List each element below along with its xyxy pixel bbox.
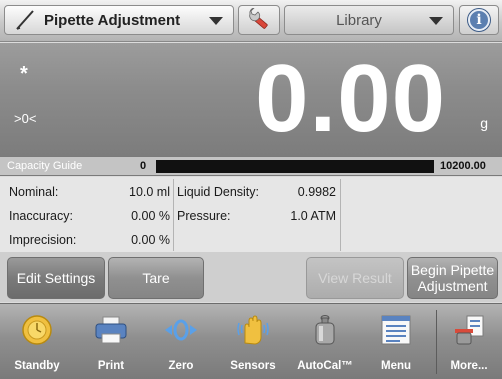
more-icon — [455, 315, 484, 345]
weight-display: * >0< 0.00 g — [0, 43, 502, 156]
toolbar-separator — [436, 310, 437, 374]
library-label: Library — [336, 11, 382, 29]
stable-indicator: * — [20, 63, 28, 85]
zero-icon — [165, 319, 197, 341]
liquid-density-value: 0.9982 — [297, 185, 336, 199]
inaccuracy-label: Inaccuracy: — [9, 209, 73, 223]
toolbar-label: Print — [97, 360, 125, 372]
view-result-button[interactable]: View Result — [306, 257, 404, 299]
toolbar-print[interactable]: Print — [80, 304, 142, 379]
standby-icon — [22, 315, 52, 345]
application-name: Pipette Adjustment — [44, 11, 181, 29]
begin-pipette-adjustment-button[interactable]: Begin Pipette Adjustment — [407, 257, 498, 299]
action-button-row: Edit Settings Tare View Result Begin Pip… — [0, 252, 502, 302]
tare-button[interactable]: Tare — [108, 257, 204, 299]
toolbar-label: Zero — [168, 360, 194, 372]
toolbar-sensors[interactable]: Sensors — [220, 304, 286, 379]
nominal-label: Nominal: — [9, 185, 59, 199]
column-divider — [173, 179, 174, 251]
toolbar-label: Menu — [380, 360, 412, 372]
library-selector[interactable]: Library — [284, 5, 454, 35]
nominal-value: 10.0 ml — [129, 185, 170, 199]
column-divider — [340, 179, 341, 251]
bottom-toolbar: Standby Print Zero Sensors AutoCal™ Menu… — [0, 303, 502, 379]
calibration-weight-icon — [315, 315, 335, 345]
liquid-density-label: Liquid Density: — [177, 185, 259, 199]
toolbar-label: AutoCal™ — [297, 360, 353, 372]
application-setup-button[interactable] — [238, 5, 280, 35]
printer-icon — [95, 316, 127, 344]
chevron-down-icon — [209, 17, 223, 25]
pressure-label: Pressure: — [177, 209, 231, 223]
imprecision-label: Imprecision: — [9, 233, 77, 247]
imprecision-value: 0.00 % — [131, 233, 170, 247]
toolbar-more[interactable]: More... — [438, 304, 500, 379]
pencil-icon — [16, 10, 34, 30]
weight-reading: 0.00 — [255, 45, 446, 152]
toolbar-standby[interactable]: Standby — [6, 304, 68, 379]
info-icon: i — [468, 9, 490, 31]
toolbar-label: More... — [450, 360, 488, 372]
info-button[interactable]: i — [459, 5, 499, 35]
center-of-zero-indicator: >0< — [14, 111, 37, 126]
top-bar: Pipette Adjustment Library i — [0, 0, 502, 42]
capacity-bar — [156, 160, 434, 173]
wrench-icon — [249, 8, 268, 29]
application-selector[interactable]: Pipette Adjustment — [4, 5, 234, 35]
weight-unit[interactable]: g — [480, 115, 488, 131]
capacity-guide: Capacity Guide 0 10200.00 — [0, 156, 502, 176]
inaccuracy-value: 0.00 % — [131, 209, 170, 223]
hand-sensor-icon — [237, 315, 269, 345]
capacity-guide-label: Capacity Guide — [7, 160, 83, 172]
toolbar-menu[interactable]: Menu — [365, 304, 427, 379]
toolbar-label: Standby — [14, 360, 60, 372]
toolbar-label: Sensors — [230, 360, 276, 372]
pressure-value: 1.0 ATM — [290, 209, 336, 223]
begin-label-line1: Begin Pipette — [410, 262, 495, 278]
capacity-max: 10200.00 — [440, 160, 486, 172]
pipette-info-panel: Nominal: 10.0 ml Inaccuracy: 0.00 % Impr… — [0, 177, 502, 252]
toolbar-zero[interactable]: Zero — [150, 304, 212, 379]
view-result-label: View Result — [318, 270, 392, 286]
menu-icon — [381, 315, 411, 345]
edit-settings-button[interactable]: Edit Settings — [7, 257, 105, 299]
capacity-min: 0 — [140, 160, 147, 172]
toolbar-autocal[interactable]: AutoCal™ — [292, 304, 358, 379]
begin-label-line2: Adjustment — [417, 278, 488, 294]
chevron-down-icon — [429, 17, 443, 25]
